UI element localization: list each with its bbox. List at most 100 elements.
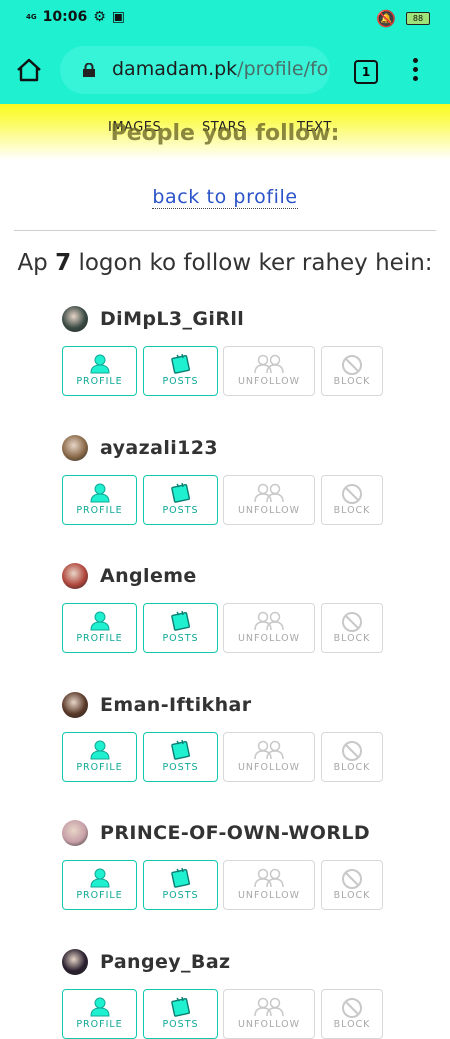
person-icon bbox=[89, 611, 111, 635]
follow-count: 7 bbox=[55, 250, 72, 276]
posts-button[interactable]: POSTS bbox=[143, 989, 218, 1039]
people-icon bbox=[253, 868, 285, 892]
posts-button-label: POSTS bbox=[162, 633, 199, 644]
status-right: 🔕 88 bbox=[376, 9, 430, 28]
back-to-profile-link[interactable]: back to profile bbox=[0, 186, 450, 209]
back-link-text[interactable]: back to profile bbox=[152, 186, 298, 209]
follow-list-item: Pangey_Baz PROFILE POSTS UNFOLLOW BLOCK bbox=[62, 949, 402, 1039]
url-text: damadam.pk/profile/fo bbox=[112, 58, 328, 80]
user-header: PRINCE-OF-OWN-WORLD bbox=[62, 820, 402, 850]
block-button-label: BLOCK bbox=[333, 1019, 371, 1030]
posts-icon bbox=[170, 610, 192, 635]
avatar[interactable] bbox=[62, 306, 88, 332]
posts-button-label: POSTS bbox=[162, 890, 199, 901]
unfollow-button[interactable]: UNFOLLOW bbox=[223, 603, 315, 653]
profile-button-label: PROFILE bbox=[76, 1019, 123, 1030]
status-bar: 4G 10:06 ⚙ ▣ 🔕 88 bbox=[0, 0, 450, 36]
block-button-label: BLOCK bbox=[333, 633, 371, 644]
avatar[interactable] bbox=[62, 949, 88, 975]
profile-button-label: PROFILE bbox=[76, 890, 123, 901]
user-header: Pangey_Baz bbox=[62, 949, 402, 979]
username[interactable]: Pangey_Baz bbox=[100, 951, 231, 973]
username[interactable]: Angleme bbox=[100, 565, 197, 587]
posts-icon bbox=[170, 867, 192, 892]
unfollow-button[interactable]: UNFOLLOW bbox=[223, 989, 315, 1039]
profile-button[interactable]: PROFILE bbox=[62, 860, 137, 910]
unfollow-button-label: UNFOLLOW bbox=[237, 505, 301, 516]
unfollow-button[interactable]: UNFOLLOW bbox=[223, 475, 315, 525]
status-time: 10:06 bbox=[42, 9, 88, 25]
posts-button[interactable]: POSTS bbox=[143, 860, 218, 910]
block-button[interactable]: BLOCK bbox=[321, 989, 383, 1039]
page-title: People you follow: bbox=[110, 121, 340, 146]
unfollow-button-label: UNFOLLOW bbox=[237, 1019, 301, 1030]
avatar[interactable] bbox=[62, 692, 88, 718]
people-icon bbox=[253, 740, 285, 764]
home-icon[interactable] bbox=[16, 58, 42, 82]
posts-button[interactable]: POSTS bbox=[143, 603, 218, 653]
block-button[interactable]: BLOCK bbox=[321, 603, 383, 653]
person-icon bbox=[89, 997, 111, 1021]
unfollow-button[interactable]: UNFOLLOW bbox=[223, 732, 315, 782]
block-button[interactable]: BLOCK bbox=[321, 860, 383, 910]
profile-button[interactable]: PROFILE bbox=[62, 346, 137, 396]
username[interactable]: DiMpL3_GiRll bbox=[100, 308, 244, 330]
block-button-label: BLOCK bbox=[333, 376, 371, 387]
posts-button[interactable]: POSTS bbox=[143, 475, 218, 525]
url-path: /profile/fo bbox=[237, 58, 329, 80]
unfollow-button[interactable]: UNFOLLOW bbox=[223, 860, 315, 910]
user-header: ayazali123 bbox=[62, 435, 402, 465]
browser-toolbar: damadam.pk/profile/fo 1 bbox=[0, 36, 450, 104]
user-header: Eman-Iftikhar bbox=[62, 692, 402, 722]
profile-button[interactable]: PROFILE bbox=[62, 475, 137, 525]
person-icon bbox=[89, 483, 111, 507]
person-icon bbox=[89, 868, 111, 892]
block-button-label: BLOCK bbox=[333, 890, 371, 901]
summary-prefix: Ap bbox=[17, 250, 48, 276]
profile-button[interactable]: PROFILE bbox=[62, 732, 137, 782]
battery-icon: 88 bbox=[406, 12, 430, 25]
username[interactable]: Eman-Iftikhar bbox=[100, 694, 252, 716]
settings-gear-icon: ⚙ bbox=[93, 9, 106, 25]
unfollow-button[interactable]: UNFOLLOW bbox=[223, 346, 315, 396]
follow-summary: Ap 7 logon ko follow ker rahey hein: bbox=[0, 250, 450, 276]
tab-switcher-button[interactable]: 1 bbox=[354, 60, 378, 84]
block-button[interactable]: BLOCK bbox=[321, 346, 383, 396]
profile-button[interactable]: PROFILE bbox=[62, 989, 137, 1039]
posts-button-label: POSTS bbox=[162, 505, 199, 516]
unfollow-button-label: UNFOLLOW bbox=[237, 376, 301, 387]
divider bbox=[14, 230, 436, 231]
posts-button-label: POSTS bbox=[162, 762, 199, 773]
people-icon bbox=[253, 354, 285, 378]
unfollow-button-label: UNFOLLOW bbox=[237, 633, 301, 644]
app-notification-icon: ▣ bbox=[111, 9, 125, 25]
overflow-menu-icon[interactable] bbox=[410, 58, 420, 84]
posts-button-label: POSTS bbox=[162, 376, 199, 387]
posts-icon bbox=[170, 739, 192, 764]
url-host: damadam.pk bbox=[112, 58, 238, 80]
avatar[interactable] bbox=[62, 435, 88, 461]
profile-button-label: PROFILE bbox=[76, 762, 123, 773]
block-button[interactable]: BLOCK bbox=[321, 732, 383, 782]
avatar[interactable] bbox=[62, 820, 88, 846]
network-indicator: 4G bbox=[26, 12, 37, 21]
summary-suffix: logon ko follow ker rahey hein: bbox=[78, 250, 433, 276]
username[interactable]: PRINCE-OF-OWN-WORLD bbox=[100, 822, 370, 844]
posts-button[interactable]: POSTS bbox=[143, 346, 218, 396]
posts-button[interactable]: POSTS bbox=[143, 732, 218, 782]
profile-button[interactable]: PROFILE bbox=[62, 603, 137, 653]
lock-icon bbox=[83, 63, 95, 77]
posts-icon bbox=[170, 996, 192, 1021]
profile-button-label: PROFILE bbox=[76, 505, 123, 516]
block-button-label: BLOCK bbox=[333, 762, 371, 773]
posts-button-label: POSTS bbox=[162, 1019, 199, 1030]
address-bar[interactable]: damadam.pk/profile/fo bbox=[60, 46, 330, 94]
block-button[interactable]: BLOCK bbox=[321, 475, 383, 525]
people-icon bbox=[253, 483, 285, 507]
avatar[interactable] bbox=[62, 563, 88, 589]
follow-list-item: PRINCE-OF-OWN-WORLD PROFILE POSTS UNFOLLOW B… bbox=[62, 820, 402, 910]
follow-list-item: DiMpL3_GiRll PROFILE POSTS UNFOLLOW BLOCK bbox=[62, 306, 402, 396]
follow-list-item: ayazali123 PROFILE POSTS UNFOLLOW BLOCK bbox=[62, 435, 402, 525]
username[interactable]: ayazali123 bbox=[100, 437, 218, 459]
posts-icon bbox=[170, 353, 192, 378]
